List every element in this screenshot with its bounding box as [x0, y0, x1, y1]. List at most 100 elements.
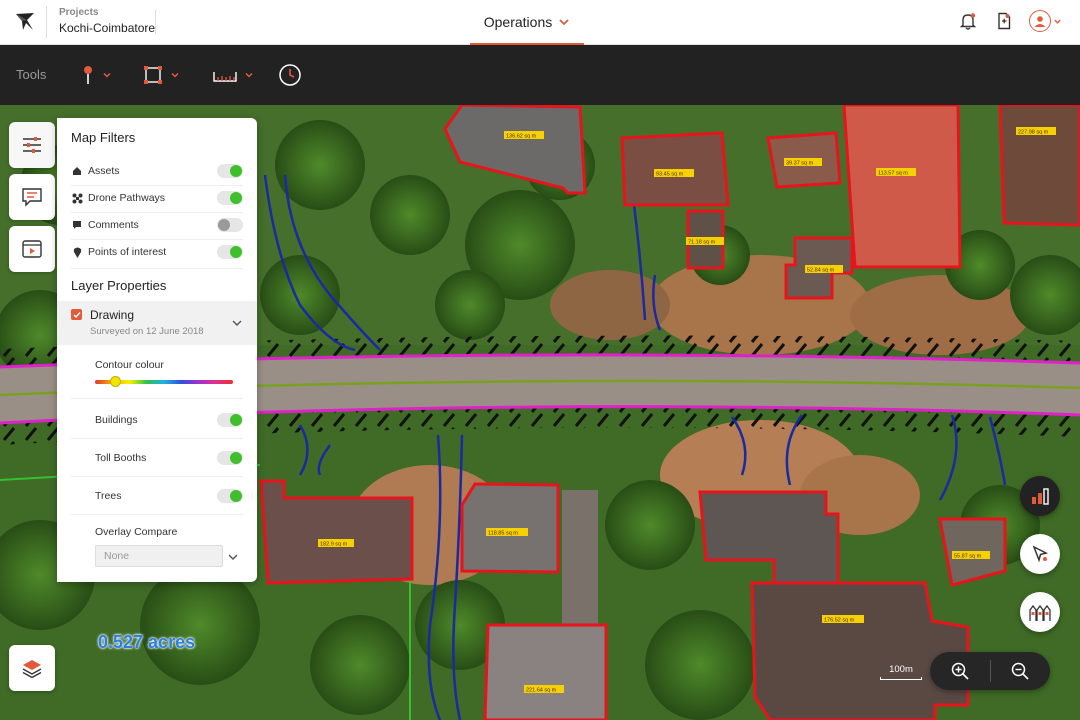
- panel-title: Map Filters: [71, 130, 136, 145]
- comments-toggle[interactable]: [217, 218, 243, 232]
- filter-points-of-interest: Points of interest: [71, 242, 243, 262]
- drone-pathways-toggle[interactable]: [217, 191, 243, 205]
- building-label: 93.45 sq m: [656, 172, 684, 178]
- building-label: 221.64 sq m: [526, 688, 557, 694]
- divider: [71, 514, 243, 515]
- divider: [71, 185, 243, 186]
- barrier-icon: [1029, 604, 1051, 621]
- user-icon: [1029, 10, 1051, 32]
- filter-assets: Assets: [71, 161, 243, 181]
- chevron-down-icon: [171, 72, 179, 78]
- tools-bar: Tools: [0, 45, 1080, 105]
- layer-checkbox[interactable]: [71, 309, 82, 320]
- building-label: 55.87 sq m: [954, 554, 982, 560]
- drone-icon: [71, 192, 83, 204]
- zoom-in-button[interactable]: [930, 652, 990, 690]
- toll-booths-toggle[interactable]: [217, 451, 243, 465]
- history-tool[interactable]: [278, 61, 302, 89]
- overlay-compare-select[interactable]: None: [95, 545, 223, 567]
- map-scale: 100m: [878, 664, 924, 680]
- project-caption: Projects: [59, 7, 99, 18]
- mode-dropdown[interactable]: Operations: [470, 0, 584, 45]
- building-label: 136.62 sq m: [506, 134, 537, 140]
- chevron-down-icon: [103, 72, 111, 78]
- zoom-out-icon: [1012, 662, 1029, 680]
- divider: [71, 268, 243, 269]
- chevron-down-icon[interactable]: [231, 318, 243, 328]
- area-readout: 0.527 acres: [98, 632, 196, 652]
- filter-label: Points of interest: [88, 246, 167, 258]
- top-bar: Projects Kochi-Coimbatore Operations: [0, 0, 1080, 45]
- layer-name: Drawing: [90, 308, 135, 322]
- video-icon: [22, 240, 42, 258]
- layer-buildings: Buildings: [95, 410, 243, 430]
- divider: [155, 10, 156, 34]
- map-pin-icon: [84, 66, 92, 84]
- pin-icon: [71, 246, 83, 258]
- divider: [71, 476, 243, 477]
- cursor-icon: [1032, 545, 1049, 563]
- top-actions: [957, 10, 1062, 32]
- chevron-down-icon: [245, 72, 253, 78]
- app-logo[interactable]: [14, 11, 36, 33]
- filters-button[interactable]: [9, 122, 55, 168]
- layer-drawing[interactable]: Drawing Surveyed on 12 June 2018: [57, 301, 257, 345]
- toggle-label: Trees: [95, 490, 122, 502]
- layers-button[interactable]: [9, 645, 55, 691]
- home-icon: [71, 165, 83, 177]
- toggle-label: Buildings: [95, 414, 138, 426]
- divider: [71, 212, 243, 213]
- layer-properties-title: Layer Properties: [71, 278, 167, 293]
- zoom-out-button[interactable]: [991, 652, 1051, 690]
- building-label: 39.37 sq m: [786, 161, 814, 167]
- project-selector[interactable]: Projects Kochi-Coimbatore: [46, 6, 155, 38]
- building-label: 182.9 sq m: [320, 542, 348, 548]
- toll-booth-button[interactable]: [1020, 592, 1060, 632]
- building-label: 227.98 sq m: [1018, 130, 1049, 136]
- assets-toggle[interactable]: [217, 164, 243, 178]
- media-button[interactable]: [9, 226, 55, 272]
- project-name: Kochi-Coimbatore: [59, 21, 156, 35]
- comment-icon: [22, 188, 42, 207]
- comments-button[interactable]: [9, 174, 55, 220]
- comment-icon: [71, 219, 83, 231]
- user-menu[interactable]: [1029, 10, 1062, 32]
- points-of-interest-toggle[interactable]: [217, 245, 243, 259]
- select-area-icon: [144, 66, 162, 84]
- chevron-down-icon: [559, 18, 569, 25]
- select-pointer-button[interactable]: [1020, 534, 1060, 574]
- zoom-controls: [930, 652, 1050, 690]
- pin-tool[interactable]: [80, 61, 112, 89]
- building-label: 176.52 sq m: [824, 618, 855, 624]
- bell-icon[interactable]: [957, 10, 979, 32]
- layer-survey-date: Surveyed on 12 June 2018: [90, 326, 204, 337]
- layer-trees: Trees: [95, 486, 243, 506]
- filter-comments: Comments: [71, 215, 243, 235]
- toggle-label: Toll Booths: [95, 452, 147, 464]
- bar-chart-icon: [1032, 488, 1049, 505]
- divider: [71, 239, 243, 240]
- analytics-button[interactable]: [1020, 476, 1060, 516]
- sliders-icon: [23, 137, 41, 153]
- zoom-in-icon: [951, 662, 969, 680]
- trees-toggle[interactable]: [217, 489, 243, 503]
- slider-handle[interactable]: [110, 376, 122, 387]
- filter-label: Comments: [88, 219, 139, 231]
- contour-colour-label: Contour colour: [95, 359, 164, 371]
- filter-label: Drone Pathways: [88, 192, 166, 204]
- scale-label: 100m: [889, 664, 913, 675]
- document-icon[interactable]: [993, 10, 1015, 32]
- ruler-icon: [213, 72, 237, 82]
- check-icon: [73, 311, 81, 318]
- layer-toll-booths: Toll Booths: [95, 448, 243, 468]
- divider: [71, 398, 243, 399]
- mode-label: Operations: [483, 13, 553, 30]
- measure-tool[interactable]: [212, 61, 254, 89]
- overlay-compare-label: Overlay Compare: [95, 526, 178, 538]
- area-tool[interactable]: [142, 61, 180, 89]
- chevron-down-icon[interactable]: [227, 552, 239, 562]
- clock-icon: [279, 64, 301, 86]
- building-label: 52.84 sq m: [807, 268, 835, 274]
- layers-icon: [22, 660, 42, 679]
- buildings-toggle[interactable]: [217, 413, 243, 427]
